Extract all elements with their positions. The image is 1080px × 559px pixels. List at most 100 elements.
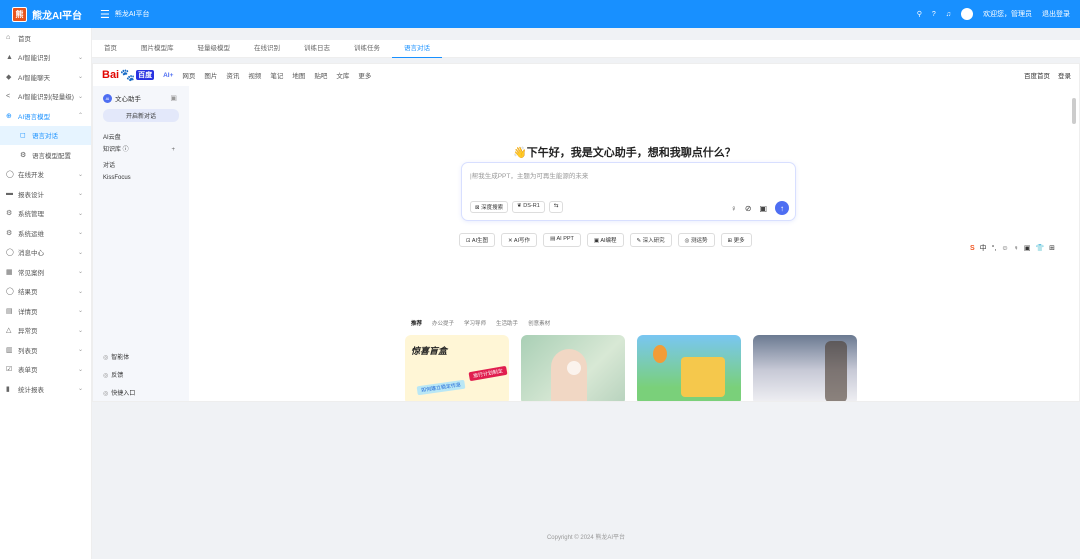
quick-chip[interactable]: ✎ 深入研究 bbox=[629, 233, 672, 247]
category-tab[interactable]: 推荐 bbox=[411, 319, 422, 327]
input-tool-button[interactable]: ⊠ 深度搜索 bbox=[470, 201, 509, 213]
collapse-panel-icon[interactable]: ▣ bbox=[170, 94, 177, 102]
tab[interactable]: 训练任务 bbox=[342, 40, 392, 58]
assistant-link[interactable]: KissFocus bbox=[93, 172, 189, 184]
tab[interactable]: 轻量级模型 bbox=[186, 40, 243, 58]
ime-icon[interactable]: 中 bbox=[980, 243, 987, 253]
baidu-nav-link[interactable]: AI+ bbox=[163, 72, 173, 79]
microphone-icon[interactable]: ♀ bbox=[731, 204, 737, 213]
sidebar-item[interactable]: ▬ 报表设计 ⌄ bbox=[0, 184, 91, 204]
sidebar-item[interactable]: ◯ 在线开发 ⌄ bbox=[0, 165, 91, 185]
scrollbar[interactable] bbox=[1072, 98, 1076, 124]
ime-icon[interactable]: S bbox=[970, 245, 975, 252]
assistant-link[interactable]: 对话 bbox=[93, 160, 189, 172]
sidebar-item[interactable]: ◆ AI智能聊天 ⌄ bbox=[0, 67, 91, 87]
category-tab[interactable]: 生活助手 bbox=[496, 319, 518, 327]
chat-input[interactable]: |帮我生成PPT，主题为可再生能源的未来 bbox=[470, 170, 588, 180]
input-tool-button[interactable]: ❦ DS-R1 bbox=[512, 201, 545, 213]
search-icon[interactable]: ⚲ bbox=[917, 10, 922, 18]
baidu-nav-link[interactable]: 更多 bbox=[358, 70, 371, 80]
assistant-panel: AI 文心助手 ▣ 开启新对话 AI云盘 知识库 ⓘ + 对话 KissFocus ◎ 智… bbox=[93, 86, 189, 401]
sidebar-item-label: 异常页 bbox=[18, 328, 38, 336]
menu-toggle[interactable]: ☰ 熊龙AI平台 bbox=[100, 8, 150, 21]
card-portrait-video[interactable] bbox=[521, 335, 625, 401]
send-button[interactable]: ↑ bbox=[775, 201, 789, 215]
quick-chip[interactable]: ▣ AI编程 bbox=[586, 233, 624, 247]
tab[interactable]: 语言对话 bbox=[392, 40, 442, 58]
sidebar-item[interactable]: ▮ 统计报表 ⌄ bbox=[0, 379, 91, 399]
plus-icon[interactable]: + bbox=[171, 144, 175, 156]
baidu-right-link[interactable]: 登录 bbox=[1058, 70, 1071, 80]
sidebar-subitem[interactable]: ⚙ 语言模型配置 bbox=[0, 145, 91, 165]
ime-icon[interactable]: ⊞ bbox=[1049, 244, 1055, 252]
sidebar-item[interactable]: ▤ 详情页 ⌄ bbox=[0, 301, 91, 321]
category-tab[interactable]: 学习导师 bbox=[464, 319, 486, 327]
assistant-avatar-icon: AI bbox=[103, 93, 112, 103]
sidebar-item[interactable]: ⚙ 系统运维 ⌄ bbox=[0, 223, 91, 243]
chat-input-box[interactable]: |帮我生成PPT，主题为可再生能源的未来 ⊠ 深度搜索 ❦ DS-R1 ⇆ ♀ ⊘ … bbox=[461, 162, 796, 221]
sidebar-item[interactable]: ⊕ AI语言模型 ⌃ bbox=[0, 106, 91, 126]
sidebar-item[interactable]: ▥ 列表页 ⌄ bbox=[0, 340, 91, 360]
image-icon[interactable]: ▣ bbox=[759, 204, 767, 213]
sidebar-item[interactable]: ⚙ 系统管理 ⌄ bbox=[0, 204, 91, 224]
user-greeting[interactable]: 欢迎您，管理员 bbox=[983, 9, 1032, 19]
tab[interactable]: 图片模型库 bbox=[129, 40, 186, 58]
quick-chip[interactable]: ◎ 测运势 bbox=[677, 233, 715, 247]
menu-icon[interactable]: ☰ bbox=[100, 8, 110, 21]
sidebar-item[interactable]: ◯ 结果页 ⌄ bbox=[0, 282, 91, 302]
sidebar-subitem[interactable]: ◻ 语言对话 bbox=[0, 125, 91, 145]
play-icon[interactable] bbox=[567, 361, 581, 375]
ime-icon[interactable]: 👕 bbox=[1035, 244, 1044, 252]
baidu-logo[interactable]: Bai 🐾 百度 bbox=[102, 68, 155, 82]
baidu-nav-link[interactable]: 贴吧 bbox=[314, 70, 327, 80]
assistant-bottom-link[interactable]: ◎ 反馈 bbox=[103, 367, 135, 385]
quick-chip[interactable]: ✕ AI写作 bbox=[501, 233, 538, 247]
input-tool-button[interactable]: ⇆ bbox=[548, 201, 564, 213]
assistant-bottom-link[interactable]: ◎ 智能体 bbox=[103, 349, 135, 367]
quick-chip[interactable]: ▤ AI PPT bbox=[543, 233, 581, 247]
sidebar-item[interactable]: ▦ 常见案例 ⌄ bbox=[0, 262, 91, 282]
sidebar-item[interactable]: ▲ AI智能识别 ⌄ bbox=[0, 48, 91, 68]
baidu-right-link[interactable]: 百度首页 bbox=[1024, 70, 1050, 80]
baidu-nav-link[interactable]: 地图 bbox=[292, 70, 305, 80]
assistant-link[interactable]: AI云盘 bbox=[93, 132, 189, 144]
quick-chip[interactable]: ⊞ 更多 bbox=[720, 233, 752, 247]
sidebar-item[interactable]: ☑ 表单页 ⌄ bbox=[0, 360, 91, 380]
avatar[interactable] bbox=[961, 8, 973, 20]
tab[interactable]: 首页 bbox=[92, 40, 129, 58]
sidebar-item-icon: ◆ bbox=[6, 73, 12, 81]
category-tab[interactable]: 创意素材 bbox=[528, 319, 550, 327]
help-icon[interactable]: ? bbox=[932, 11, 936, 18]
sidebar-item-label: 结果页 bbox=[18, 289, 38, 297]
bell-icon[interactable]: ♫ bbox=[946, 11, 951, 18]
ime-icon[interactable]: ♀ bbox=[1014, 245, 1019, 252]
tab[interactable]: 在线识别 bbox=[242, 40, 292, 58]
ime-icon[interactable]: ☺ bbox=[1001, 245, 1008, 252]
assistant-link[interactable]: 知识库 ⓘ + bbox=[93, 144, 189, 156]
baidu-nav-link[interactable]: 网页 bbox=[182, 70, 195, 80]
ime-icon[interactable]: ▣ bbox=[1024, 244, 1031, 252]
card-snow-scene[interactable] bbox=[753, 335, 857, 401]
card-surprise-box[interactable]: 惊喜盲盒 旅行计划制定 如何建立稳定作息 bbox=[405, 335, 509, 401]
logout-button[interactable]: 退出登录 bbox=[1042, 9, 1070, 19]
sidebar-item[interactable]: △ 异常页 ⌄ bbox=[0, 321, 91, 341]
attachment-icon[interactable]: ⊘ bbox=[745, 204, 752, 213]
baidu-nav-link[interactable]: 笔记 bbox=[270, 70, 283, 80]
new-chat-button[interactable]: 开启新对话 bbox=[103, 109, 179, 122]
assistant-header[interactable]: AI 文心助手 ▣ bbox=[93, 90, 189, 106]
tab[interactable]: 训练日志 bbox=[292, 40, 342, 58]
ime-icon[interactable]: °, bbox=[992, 245, 997, 252]
category-tab[interactable]: 办公提子 bbox=[432, 319, 454, 327]
quick-chip[interactable]: ⊡ AI生图 bbox=[459, 233, 496, 247]
sidebar-item[interactable]: ⌂ 首页 bbox=[0, 28, 91, 48]
baidu-nav-link[interactable]: 视频 bbox=[248, 70, 261, 80]
baidu-nav-link[interactable]: 资讯 bbox=[226, 70, 239, 80]
card-cartoon-scene[interactable] bbox=[637, 335, 741, 401]
brand[interactable]: 熊 熊龙AI平台 bbox=[0, 0, 92, 28]
sidebar-item[interactable]: ◯ 消息中心 ⌄ bbox=[0, 243, 91, 263]
sidebar-item[interactable]: < AI智能识别(轻量级) ⌄ bbox=[0, 87, 91, 107]
baidu-nav-link[interactable]: 文库 bbox=[336, 70, 349, 80]
baidu-nav-link[interactable]: 图片 bbox=[204, 70, 217, 80]
assistant-bottom-link[interactable]: ◎ 快捷入口 bbox=[103, 385, 135, 401]
greeting: 👋下午好，我是文心助手，想和我聊点什么？ bbox=[513, 147, 736, 159]
